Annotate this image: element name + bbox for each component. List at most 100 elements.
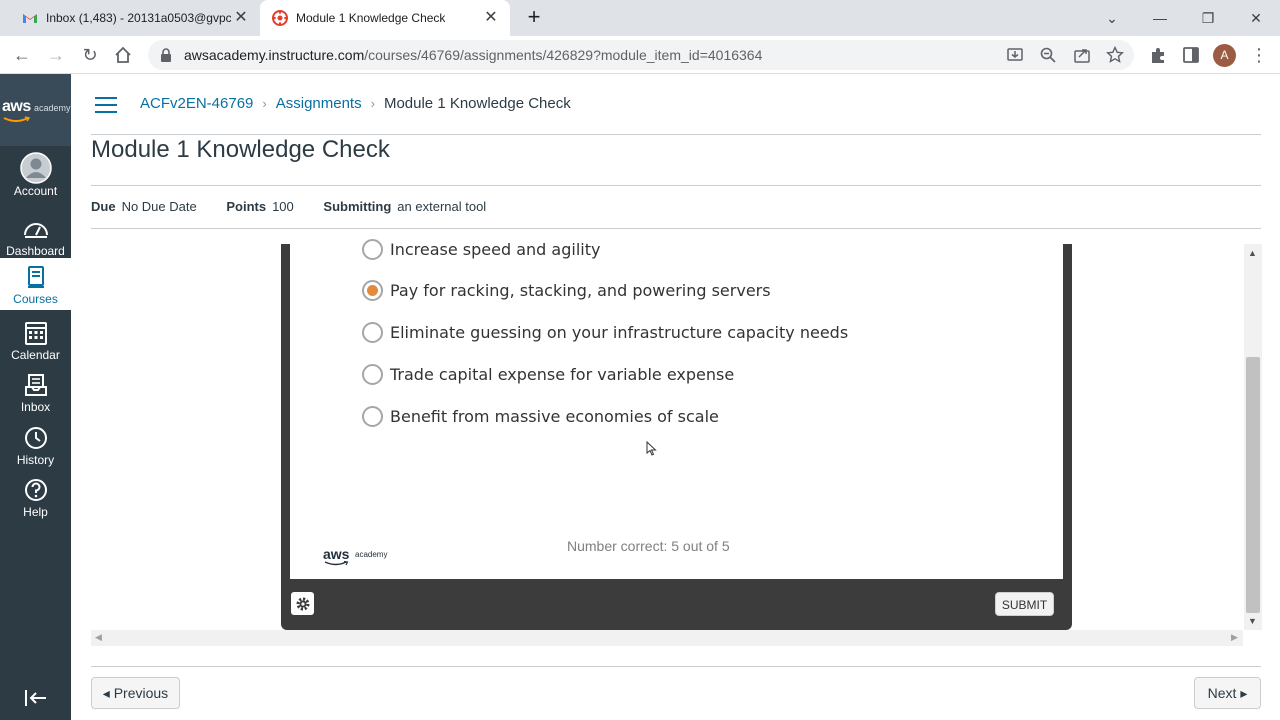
divider: [91, 134, 1261, 135]
tab-title: Inbox (1,483) - 20131a0503@gvpce.ac.in: [46, 11, 231, 25]
profile-avatar[interactable]: A: [1213, 44, 1236, 67]
aws-academy-logo[interactable]: aws academy: [0, 74, 71, 146]
logo-brand: aws: [2, 98, 31, 115]
settings-button[interactable]: [291, 592, 314, 615]
help-icon: [24, 479, 47, 501]
restore-icon[interactable]: ❐: [1196, 6, 1220, 30]
page-title: Module 1 Knowledge Check: [91, 136, 390, 163]
nav-label: Dashboard: [6, 244, 65, 258]
due-label: Due: [91, 199, 116, 214]
aws-academy-logo: aws academy: [323, 544, 393, 568]
forward-icon[interactable]: →: [44, 43, 68, 67]
address-bar[interactable]: awsacademy.instructure.com/courses/46769…: [148, 40, 1134, 70]
breadcrumb: ACFv2EN-46769 › Assignments › Module 1 K…: [140, 95, 571, 112]
back-icon[interactable]: ←: [10, 43, 34, 67]
radio-button[interactable]: [362, 363, 383, 385]
share-icon[interactable]: [1073, 46, 1091, 64]
account-icon: [19, 152, 52, 184]
score-text: Number correct: 5 out of 5: [567, 538, 730, 554]
horizontal-scrollbar[interactable]: ◀ ▶: [91, 630, 1243, 646]
nav-item-dashboard[interactable]: Dashboard: [0, 210, 71, 262]
home-icon[interactable]: [113, 45, 133, 65]
install-icon[interactable]: [1006, 46, 1024, 64]
aws-smile-icon: [3, 116, 31, 122]
scroll-down-icon[interactable]: ▼: [1248, 616, 1257, 626]
nav-label: Courses: [13, 292, 58, 306]
option-label: Eliminate guessing on your infrastructur…: [390, 322, 849, 342]
points-label: Points: [226, 199, 267, 214]
logo-subtitle: academy: [34, 103, 71, 113]
zoom-icon[interactable]: [1039, 46, 1057, 64]
mouse-cursor-icon: [646, 441, 657, 456]
quiz-option[interactable]: Benefit from massive economies of scale: [362, 401, 719, 431]
nav-item-inbox[interactable]: Inbox: [0, 366, 71, 418]
option-label: Pay for racking, stacking, and powering …: [390, 280, 771, 300]
collapse-nav-icon[interactable]: [24, 688, 48, 708]
nav-label: Account: [13, 184, 58, 198]
tab-gmail-inbox[interactable]: Inbox (1,483) - 20131a0503@gvpce.ac.in ✕: [8, 0, 260, 36]
option-label: Benefit from massive economies of scale: [390, 406, 719, 426]
minimize-icon[interactable]: —: [1148, 6, 1172, 30]
inbox-icon: [24, 374, 47, 396]
scroll-left-icon[interactable]: ◀: [95, 632, 102, 643]
close-icon[interactable]: ✕: [482, 9, 500, 27]
radio-button[interactable]: [362, 321, 383, 343]
radio-button[interactable]: [362, 238, 383, 260]
canvas-icon: [272, 10, 288, 26]
history-icon: [24, 427, 47, 449]
nav-label: Help: [23, 505, 48, 519]
option-label: Trade capital expense for variable expen…: [390, 364, 735, 384]
quiz-option[interactable]: Eliminate guessing on your infrastructur…: [362, 317, 848, 347]
logo-brand: aws: [323, 546, 350, 562]
browser-menu-icon[interactable]: ⋮: [1250, 44, 1268, 66]
submitting-value: an external tool: [397, 199, 487, 214]
due-value: No Due Date: [121, 199, 197, 214]
courses-icon: [27, 266, 44, 288]
quiz-panel: Increase speed and agility Pay for racki…: [290, 238, 1063, 579]
scroll-up-icon[interactable]: ▲: [1248, 248, 1257, 258]
tab-module-knowledge-check[interactable]: Module 1 Knowledge Check ✕: [260, 0, 510, 36]
logo-subtitle: academy: [355, 550, 388, 559]
window-close-icon[interactable]: ✕: [1244, 6, 1268, 30]
url-text: awsacademy.instructure.com/courses/46769…: [184, 47, 763, 63]
side-panel-icon[interactable]: [1181, 45, 1201, 65]
nav-item-history[interactable]: History: [0, 419, 71, 471]
breadcrumb-course-link[interactable]: ACFv2EN-46769: [140, 95, 253, 112]
submit-button[interactable]: SUBMIT: [995, 592, 1054, 616]
breadcrumb-assignments-link[interactable]: Assignments: [276, 95, 362, 112]
new-tab-button[interactable]: +: [522, 6, 546, 30]
gmail-icon: [23, 14, 37, 23]
nav-item-calendar[interactable]: Calendar: [0, 314, 71, 366]
chevron-right-icon: ›: [370, 96, 375, 111]
quiz-option[interactable]: Increase speed and agility: [362, 234, 600, 264]
extensions-icon[interactable]: [1148, 45, 1168, 65]
tab-search-icon[interactable]: ⌄: [1100, 6, 1124, 30]
nav-label: Inbox: [20, 400, 51, 414]
bookmark-star-icon[interactable]: [1106, 46, 1124, 64]
scrollbar-thumb[interactable]: [1246, 357, 1260, 613]
reload-icon[interactable]: ↻: [78, 43, 102, 67]
nav-item-account[interactable]: Account: [0, 150, 71, 202]
nav-label: History: [16, 453, 55, 467]
points-value: 100: [272, 199, 294, 214]
radio-button[interactable]: [362, 405, 383, 427]
vertical-scrollbar[interactable]: ▲ ▼: [1244, 244, 1262, 630]
nav-item-help[interactable]: Help: [0, 471, 71, 523]
scroll-right-icon[interactable]: ▶: [1231, 632, 1238, 643]
course-menu-icon[interactable]: [95, 96, 117, 114]
quiz-option[interactable]: Pay for racking, stacking, and powering …: [362, 275, 771, 305]
close-icon[interactable]: ✕: [232, 9, 250, 27]
calendar-icon: [24, 322, 47, 345]
submitting-label: Submitting: [323, 199, 392, 214]
quiz-option[interactable]: Trade capital expense for variable expen…: [362, 359, 734, 389]
divider: [91, 185, 1261, 186]
divider: [91, 666, 1261, 667]
divider: [91, 228, 1261, 229]
previous-button[interactable]: ◂ Previous: [91, 677, 180, 709]
nav-item-courses[interactable]: Courses: [0, 258, 71, 310]
browser-tab-strip: Inbox (1,483) - 20131a0503@gvpce.ac.in ✕…: [0, 0, 1280, 36]
external-tool-frame: Increase speed and agility Pay for racki…: [281, 238, 1072, 630]
option-label: Increase speed and agility: [390, 239, 601, 259]
next-button[interactable]: Next ▸: [1194, 677, 1261, 709]
radio-button-selected[interactable]: [362, 279, 383, 301]
